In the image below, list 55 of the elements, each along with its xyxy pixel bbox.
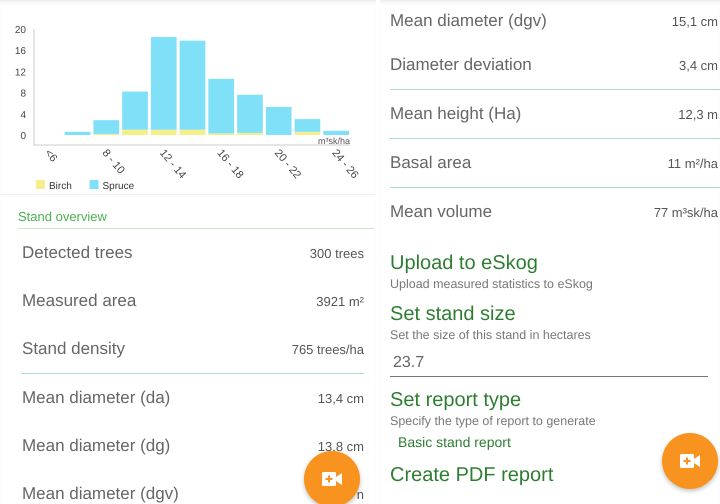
chart-bar [266,106,292,135]
y-tick-label: 4 [20,110,26,121]
chart-bar [64,132,90,135]
setting-summary: Set the size of this stand in hectares [390,328,592,342]
legend-label: Birch [49,181,72,192]
y-tick-label: 8 [20,88,26,100]
stat-label: Mean diameter (da) [22,388,170,408]
stat-label: Diameter deviation [390,55,532,75]
input-field[interactable]: 23.7 [390,350,708,377]
stat-value: 3921 m² [316,294,364,308]
x-tick-label: 20 - 22 [272,147,304,182]
setting-title[interactable]: Set stand size [390,303,516,326]
stat-label: Mean diameter (dg) [22,436,170,456]
legend-swatch [36,180,45,189]
stat-label: Detected trees [22,243,133,263]
stat-value: 15,1 cm [672,14,718,28]
stat-value: 12,3 m [678,106,718,122]
y-tick-label: 12 [14,67,26,78]
stat-label: Stand density [22,339,126,359]
video-add-icon [680,454,700,468]
stat-label: Measured area [22,291,136,311]
setting-summary: Upload measured statistics to eSkog [390,277,594,291]
stat-label: Mean volume [390,202,492,222]
stat-value: n [356,486,364,502]
section-header: Stand overview [18,209,374,229]
setting-title[interactable]: Upload to eSkog [390,252,538,275]
y-tick-label: 16 [14,46,26,58]
x-tick-label: 24 - 26 [329,147,361,182]
x-tick-label: <6 [42,147,60,165]
stat-value: 3,4 cm [678,58,718,72]
x-tick-label: 16 - 18 [214,147,246,182]
setting-title[interactable]: Set report type [390,389,522,412]
setting-title[interactable]: Create PDF report [390,464,554,487]
video-add-icon [322,472,342,486]
y-tick-label: 20 [14,25,26,36]
add-video-button[interactable] [662,433,718,489]
axis-unit-label: m³sk/ha [318,136,350,146]
setting-summary: Specify the type of report to generate [390,414,597,428]
legend-label: Spruce [102,181,134,192]
legend-swatch [90,180,98,189]
stat-value: 300 trees [310,246,364,260]
x-tick-label: 8 - 10 [100,147,127,176]
stat-value: 13,8 cm [318,438,364,454]
stat-value: 13,4 cm [318,390,364,406]
stat-label: Mean diameter (dgv) [22,484,179,504]
stat-value: 77 m³sk/ha [654,204,718,220]
stat-label: Mean height (Ha) [390,104,522,124]
y-tick-label: 0 [20,131,26,142]
selected-option[interactable]: Basic stand report [398,434,511,450]
stat-label: Mean diameter (dgv) [390,11,547,31]
x-tick-label: 12 - 14 [156,147,188,182]
stat-value: 765 trees/ha [292,342,364,356]
stat-label: Basal area [390,153,472,173]
stat-value: 11 m²/ha [668,156,718,170]
chart-bar [323,130,349,135]
